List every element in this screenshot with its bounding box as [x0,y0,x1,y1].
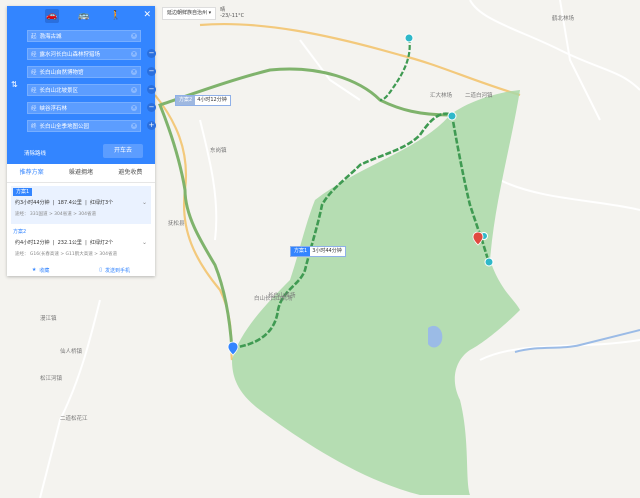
clear-field-icon[interactable]: × [131,69,137,75]
city-select[interactable]: 延边朝鲜族自治州 ▾ [162,6,217,20]
plan-lights: 红绿灯3个 [89,200,114,206]
close-icon[interactable]: ✕ [143,10,151,20]
add-waypoint-icon[interactable]: + [147,121,156,130]
place-label: 仙人桥镇 [60,347,83,355]
place-label: 二道白河镇 [465,91,493,99]
save-button[interactable]: ★ 收藏 [32,267,50,274]
clear-field-icon[interactable]: × [131,87,137,93]
send-label: 发送到手机 [105,267,131,274]
save-label: 收藏 [39,267,50,274]
chevron-down-icon[interactable]: ⌄ [142,199,147,206]
route-tag-plan2[interactable]: 方案2 4小时12分钟 [175,95,231,106]
clear-field-icon[interactable]: × [131,51,137,57]
star-icon: ★ [31,267,37,273]
plan-card-1[interactable]: 方案1 约3小时44分钟 | 187.4公里 | 红绿灯3个 途经： 331国道… [11,186,151,224]
swap-icon[interactable]: ⇅ [11,80,18,89]
waypoint-row-end: 终 长白山全季地图公园 × + [27,120,156,133]
bus-icon[interactable]: 🚌 [77,9,91,23]
start-field[interactable]: 起 渤海古城 × [27,30,141,42]
plan-stats: 约4小时12分钟 | 232.1公里 | 红绿灯2个 [15,240,114,246]
plan-time: 约4小时12分钟 [15,240,50,246]
place-label: 漫江镇 [40,314,57,322]
waypoint-prefix: 终 [31,124,37,130]
waypoint-marker [404,33,414,43]
plan-lights: 红绿灯2个 [89,240,114,246]
waypoint-row-start: 起 渤海古城 × [27,30,143,43]
waypoint-row: 经 露水河长白山森林狩猎场 × − [27,48,156,61]
waypoint-value: 渤海古城 [39,34,62,40]
tab-recommended[interactable]: 推荐方案 [7,164,56,182]
route-tag-name: 方案2 [176,96,196,105]
plan-via: 途经： 331国道 > 304省道 > 304省道 [15,212,96,217]
weather-bar: 延边朝鲜族自治州 ▾ 晴 -23/-11°C [162,6,244,20]
remove-waypoint-icon[interactable]: − [147,67,156,76]
waypoint-field[interactable]: 经 长白山北坡景区 × [27,84,141,96]
waypoint-row: 经 长白山自然博物馆 × − [27,66,156,79]
route-preference-tabs: 推荐方案 躲避拥堵 避免收费 [7,164,155,183]
waypoint-prefix: 起 [31,34,37,40]
plan-via: 途经： G16(长春高速 > G11鹤大高速 > 304省道 [15,252,117,257]
remove-waypoint-icon[interactable]: − [147,103,156,112]
waypoint-value: 长白山全季地图公园 [39,124,90,130]
weather-info: 晴 -23/-11°C [220,7,244,19]
place-label: 二道松花江 [60,414,88,422]
waypoint-field[interactable]: 经 露水河长白山森林狩猎场 × [27,48,141,60]
send-to-phone-button[interactable]: ▯ 发送到手机 [99,267,130,274]
plan-label: 方案2 [13,229,27,235]
plan-card-2[interactable]: 方案2 约4小时12分钟 | 232.1公里 | 红绿灯2个 途经： G16(长… [11,226,151,264]
plan-distance: 187.4公里 [57,200,82,206]
waypoint-value: 峡谷浮石林 [39,106,68,112]
plan-time: 约3小时44分钟 [15,200,50,206]
waypoint-value: 长白山北坡景区 [39,88,79,94]
waypoint-marker [447,111,457,121]
waypoint-value: 露水河长白山森林狩猎场 [39,52,101,58]
plan-label: 方案1 [13,188,33,196]
remove-waypoint-icon[interactable]: − [147,85,156,94]
waypoint-prefix: 经 [31,52,37,58]
destination-field[interactable]: 终 长白山全季地图公园 × [27,120,141,132]
route-panel-header: 🚗 🚌 🚶 ✕ ⇅ 起 渤海古城 × 经 露水河长白山森林狩猎场 × − 经 长… [7,6,156,164]
waypoint-marker [484,257,494,267]
place-label: 东岗镇 [210,146,227,154]
place-label: 汇大林场 [430,91,453,99]
route-tag-name: 方案1 [291,247,311,256]
clear-field-icon[interactable]: × [131,105,137,111]
remove-waypoint-icon[interactable]: − [147,49,156,58]
waypoint-prefix: 经 [31,106,37,112]
waypoint-value: 长白山自然博物馆 [39,70,84,76]
route-tag-time: 3小时44分钟 [312,248,342,254]
route-panel: 🚗 🚌 🚶 ✕ ⇅ 起 渤海古城 × 经 露水河长白山森林狩猎场 × − 经 长… [7,6,156,276]
waypoint-row: 经 峡谷浮石林 × − [27,102,156,115]
weather-temp: -23/-11°C [220,13,245,19]
city-select-label: 延边朝鲜族自治州 [167,9,208,16]
clear-field-icon[interactable]: × [131,33,137,39]
walk-icon[interactable]: 🚶 [109,9,123,23]
travel-mode-tabs: 🚗 🚌 🚶 [7,6,155,26]
route-tag-time: 4小时12分钟 [197,97,227,103]
waypoint-field[interactable]: 经 长白山自然博物馆 × [27,66,141,78]
waypoint-prefix: 经 [31,70,37,76]
clear-field-icon[interactable]: × [131,123,137,129]
phone-icon: ▯ [99,267,103,273]
clear-route-link[interactable]: 清除路线 [24,149,46,157]
tab-avoid-tolls[interactable]: 避免收费 [106,164,155,182]
car-icon[interactable]: 🚗 [45,9,59,23]
plan-distance: 232.1公里 [57,240,82,246]
drive-button[interactable]: 开车去 [103,144,143,158]
plan-stats: 约3小时44分钟 | 187.4公里 | 红绿灯3个 [15,200,114,206]
waypoint-row: 经 长白山北坡景区 × − [27,84,156,97]
chevron-down-icon[interactable]: ⌄ [142,239,147,246]
place-label: 松江河镇 [40,374,63,382]
place-label: 白山长白山机场 [254,294,293,302]
tab-avoid-congestion[interactable]: 躲避拥堵 [56,164,105,182]
place-label: 抚松县 [168,219,185,227]
place-label: 鹤北林场 [552,14,575,22]
panel-footer: ★ 收藏 ▯ 发送到手机 [7,264,155,276]
route-tag-plan1[interactable]: 方案1 3小时44分钟 [290,246,346,257]
waypoint-prefix: 经 [31,88,37,94]
waypoint-field[interactable]: 经 峡谷浮石林 × [27,102,141,114]
